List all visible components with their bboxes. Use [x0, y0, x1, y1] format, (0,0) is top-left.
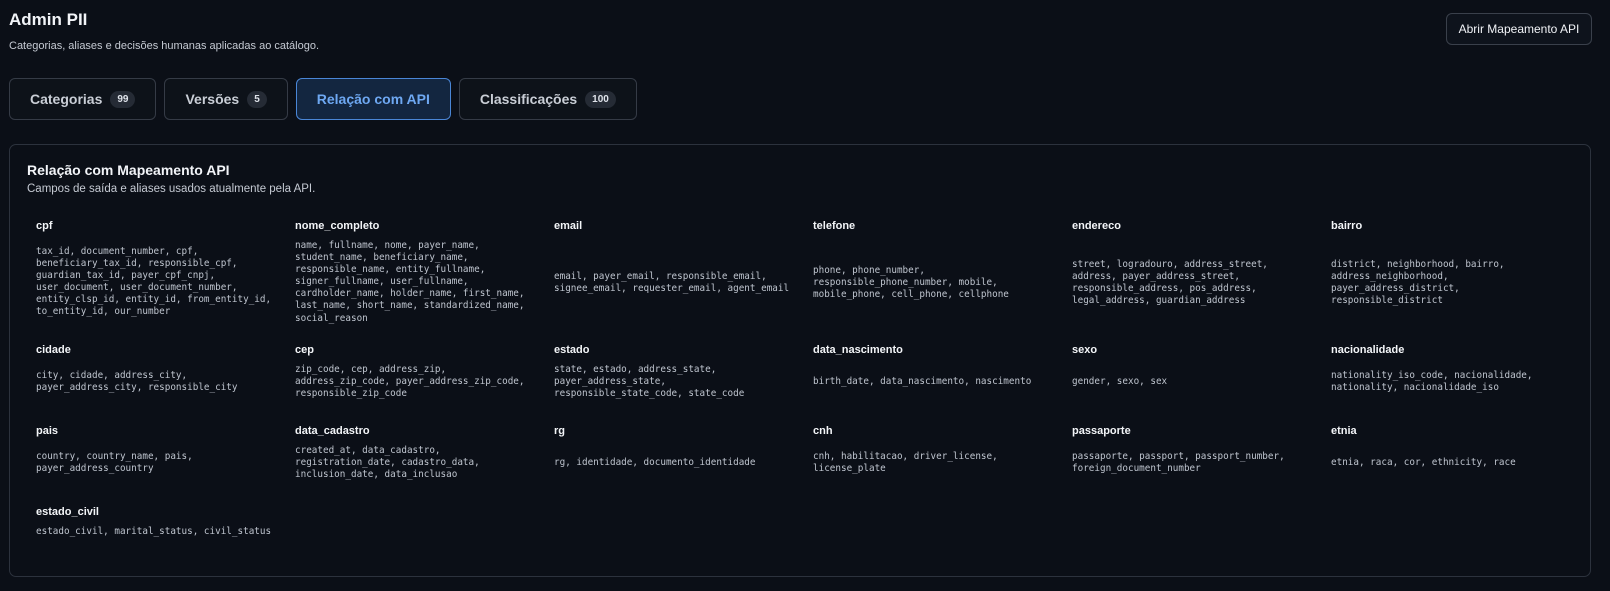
field-card: endereco street, logradouro, address_stre… — [1072, 220, 1331, 344]
page-header: Admin PII Categorias, aliases e decisões… — [9, 10, 319, 53]
field-name: sexo — [1072, 344, 1098, 356]
field-name: endereco — [1072, 220, 1121, 232]
panel-title: Relação com Mapeamento API — [27, 162, 230, 178]
field-name: pais — [36, 425, 59, 437]
tab-label: Versões — [185, 91, 240, 107]
field-card: cpf tax_id, document_number, cpf, benefic… — [36, 220, 295, 344]
field-aliases: gender, sexo, sex — [1072, 376, 1168, 387]
count-badge: 100 — [585, 90, 616, 108]
field-name: bairro — [1331, 220, 1363, 232]
page-title: Admin PII — [9, 10, 88, 29]
field-aliases: etnia, raca, cor, ethnicity, race — [1331, 457, 1516, 468]
field-aliases: passaporte, passport, passport_number, f… — [1072, 451, 1285, 475]
field-name: email — [554, 220, 583, 232]
field-name: passaporte — [1072, 425, 1131, 437]
field-card: estado state, estado, address_state, paye… — [554, 344, 813, 425]
field-aliases: district, neighborhood, bairro, address_… — [1331, 258, 1505, 306]
field-aliases: cnh, habilitacao, driver_license, licens… — [813, 451, 998, 475]
field-card: data_cadastro created_at, data_cadastro, … — [295, 425, 554, 506]
field-aliases: name, fullname, nome, payer_name, studen… — [295, 240, 525, 324]
field-card: pais country, country_name, pais, payer_a… — [36, 425, 295, 506]
page-subtitle: Categorias, aliases e decisões humanas a… — [9, 40, 320, 52]
field-aliases: state, estado, address_state, payer_addr… — [554, 364, 745, 400]
field-grid: cpf tax_id, document_number, cpf, benefic… — [36, 220, 1581, 546]
tab-versoes[interactable]: Versões 5 — [164, 78, 288, 120]
field-aliases: street, logradouro, address_street, addr… — [1072, 258, 1268, 306]
tab-bar: Categorias 99 Versões 5 Relação com API … — [9, 78, 637, 120]
field-aliases: birth_date, data_nascimento, nascimento — [813, 376, 1032, 387]
field-name: rg — [554, 425, 565, 437]
field-card: nome_completo name, fullname, nome, payer… — [295, 220, 554, 344]
field-card: bairro district, neighborhood, bairro, ad… — [1331, 220, 1590, 344]
field-card: data_nascimento birth_date, data_nascimen… — [813, 344, 1072, 425]
field-name: data_cadastro — [295, 425, 370, 437]
field-name: telefone — [813, 220, 856, 232]
field-card: telefone phone, phone_number, responsible… — [813, 220, 1072, 344]
tab-label: Categorias — [30, 91, 103, 107]
field-aliases: country, country_name, pais, payer_addre… — [36, 451, 193, 475]
field-name: cep — [295, 344, 314, 356]
field-card: estado_civil estado_civil, marital_status… — [36, 506, 295, 546]
field-card: cnh cnh, habilitacao, driver_license, lic… — [813, 425, 1072, 506]
field-card: cidade city, cidade, address_city, payer_… — [36, 344, 295, 425]
field-aliases: phone, phone_number, responsible_phone_n… — [813, 264, 1009, 300]
field-aliases: tax_id, document_number, cpf, beneficiar… — [36, 246, 272, 318]
field-aliases: estado_civil, marital_status, civil_stat… — [36, 526, 272, 537]
field-aliases: email, payer_email, responsible_email, s… — [554, 270, 790, 294]
open-api-mapping-button[interactable]: Abrir Mapeamento API — [1446, 13, 1592, 45]
field-aliases: city, cidade, address_city, payer_addres… — [36, 370, 238, 394]
field-card: sexo gender, sexo, sex — [1072, 344, 1331, 425]
tab-relacao-com-api[interactable]: Relação com API — [295, 78, 451, 120]
field-name: estado — [554, 344, 590, 356]
field-name: data_nascimento — [813, 344, 903, 356]
field-card: rg rg, identidade, documento_identidade — [554, 425, 813, 506]
field-name: estado_civil — [36, 506, 99, 518]
field-name: nome_completo — [295, 220, 380, 232]
tab-classificacoes[interactable]: Classificações 100 — [458, 78, 637, 120]
field-card: passaporte passaporte, passport, passport… — [1072, 425, 1331, 506]
field-card: email email, payer_email, responsible_ema… — [554, 220, 813, 344]
tab-label: Relação com API — [316, 91, 430, 107]
field-name: cpf — [36, 220, 53, 232]
tab-label: Classificações — [479, 91, 578, 107]
field-name: etnia — [1331, 425, 1357, 437]
field-card: etnia etnia, raca, cor, ethnicity, race — [1331, 425, 1590, 506]
field-card: cep zip_code, cep, address_zip, address_z… — [295, 344, 554, 425]
api-relation-panel: Relação com Mapeamento API Campos de saí… — [9, 144, 1591, 577]
panel-subtitle: Campos de saída e aliases usados atualme… — [27, 183, 316, 195]
field-aliases: nationality_iso_code, nacionalidade, nat… — [1331, 370, 1533, 394]
count-badge: 5 — [247, 90, 267, 108]
field-card: nacionalidade nationality_iso_code, nacio… — [1331, 344, 1590, 425]
field-name: nacionalidade — [1331, 344, 1405, 356]
tab-categorias[interactable]: Categorias 99 — [9, 78, 157, 120]
field-aliases: created_at, data_cadastro, registration_… — [295, 445, 480, 481]
field-name: cnh — [813, 425, 833, 437]
count-badge: 99 — [110, 90, 136, 108]
field-aliases: zip_code, cep, address_zip, address_zip_… — [295, 364, 525, 400]
field-name: cidade — [36, 344, 71, 356]
field-aliases: rg, identidade, documento_identidade — [554, 457, 756, 468]
